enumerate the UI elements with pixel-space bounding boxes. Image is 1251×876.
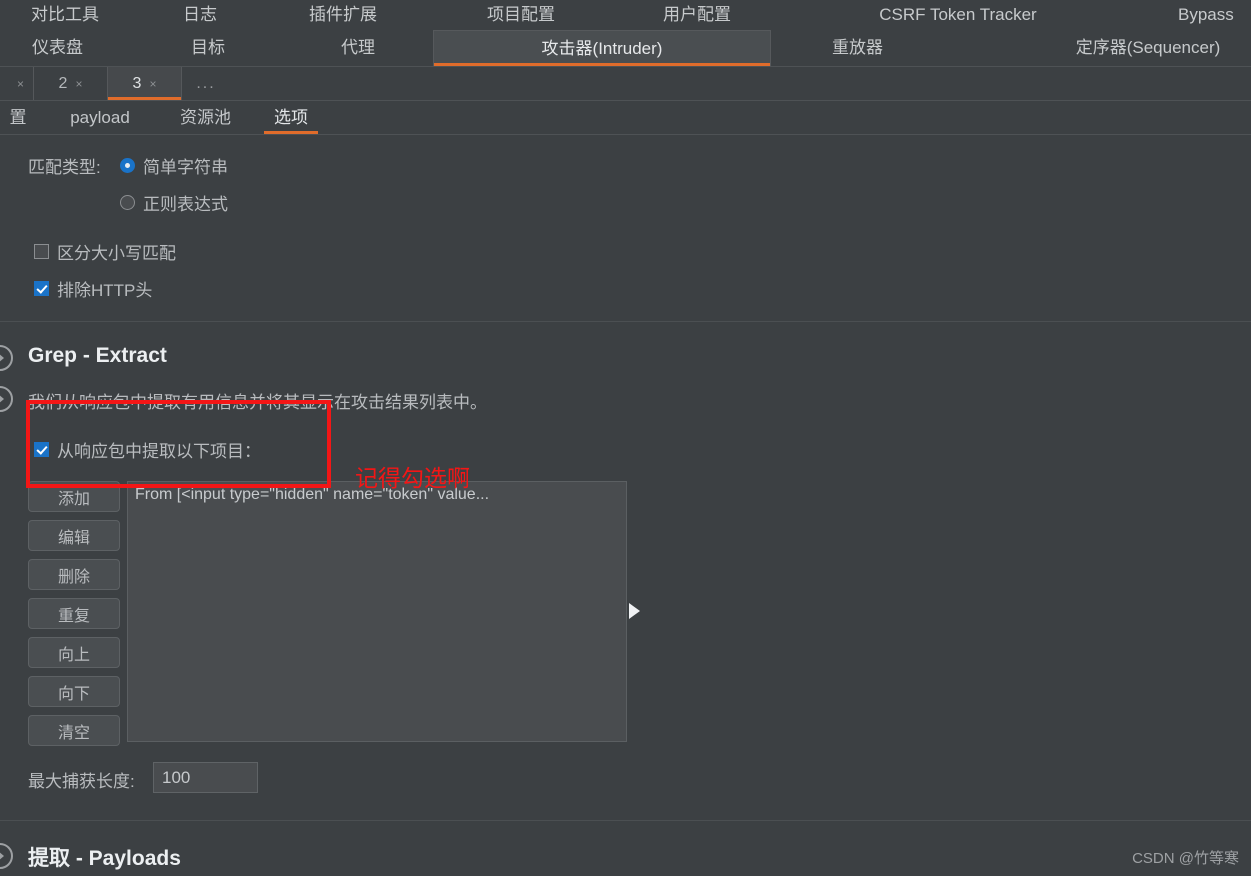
tab-repeater[interactable]: 重放器 bbox=[810, 30, 905, 66]
watermark-text: CSDN @竹等寒 bbox=[1132, 850, 1239, 867]
duplicate-button[interactable]: 重复 bbox=[28, 598, 120, 629]
attack-tab-3-label: 3 bbox=[132, 74, 142, 92]
main-tab-bar: 仪表盘 目标 代理 攻击器(Intruder) 重放器 定序器(Sequence… bbox=[0, 30, 1251, 66]
subtab-resource-pool[interactable]: 资源池 bbox=[163, 101, 248, 134]
subtab-payload[interactable]: payload bbox=[55, 101, 145, 134]
tab-proxy[interactable]: 代理 bbox=[318, 30, 398, 66]
subtab-positions[interactable]: 置 bbox=[0, 101, 36, 134]
attack-tab-1[interactable]: × bbox=[0, 67, 34, 100]
checkbox-exclude-http-headers-label: 排除HTTP头 bbox=[57, 281, 153, 300]
extract-items-list[interactable]: From [<input type="hidden" name="token" … bbox=[127, 481, 627, 742]
top-menu-item-user-config[interactable]: 用户配置 bbox=[642, 0, 752, 30]
extract-action-buttons: 添加 编辑 删除 重复 向上 向下 清空 bbox=[28, 481, 120, 754]
tab-sequencer[interactable]: 定序器(Sequencer) bbox=[1048, 30, 1248, 66]
close-icon[interactable]: × bbox=[149, 77, 156, 91]
radio-regex[interactable]: 正则表达式 bbox=[120, 190, 228, 215]
edit-button[interactable]: 编辑 bbox=[28, 520, 120, 551]
checkbox-extract-following-items[interactable]: 从响应包中提取以下项目： bbox=[34, 437, 261, 462]
move-up-button[interactable]: 向上 bbox=[28, 637, 120, 668]
top-menu-item-project-config[interactable]: 项目配置 bbox=[466, 0, 576, 30]
section-divider bbox=[0, 321, 1251, 322]
match-type-label: 匹配类型: bbox=[28, 158, 101, 177]
top-menu-item-extensions[interactable]: 插件扩展 bbox=[288, 0, 398, 30]
subtab-options[interactable]: 选项 bbox=[258, 101, 324, 134]
checkbox-icon[interactable] bbox=[34, 281, 49, 296]
grep-extract-title: Grep - Extract bbox=[28, 344, 167, 367]
clear-button[interactable]: 清空 bbox=[28, 715, 120, 746]
top-menu-item-bypass[interactable]: Bypass bbox=[1178, 0, 1251, 30]
intruder-subtab-bar: 置 payload 资源池 选项 bbox=[0, 101, 1251, 135]
top-menu-item-logs[interactable]: 日志 bbox=[160, 0, 240, 30]
radio-regex-label: 正则表达式 bbox=[143, 195, 228, 214]
payloads-section-title: 提取 - Payloads bbox=[28, 847, 181, 870]
attack-tab-2[interactable]: 2 × bbox=[34, 67, 108, 100]
attack-tab-strip: × 2 × 3 × ... bbox=[0, 67, 1251, 101]
tab-intruder[interactable]: 攻击器(Intruder) bbox=[433, 30, 771, 66]
radio-simple-string-label: 简单字符串 bbox=[143, 158, 228, 177]
tab-target[interactable]: 目标 bbox=[168, 30, 248, 66]
checkbox-icon[interactable] bbox=[34, 244, 49, 259]
move-down-button[interactable]: 向下 bbox=[28, 676, 120, 707]
attack-tab-3[interactable]: 3 × bbox=[108, 67, 182, 100]
grep-extract-description: 我们从响应包中提取有用信息并将其显示在攻击结果列表中。 bbox=[28, 393, 487, 412]
checkbox-case-sensitive[interactable]: 区分大小写匹配 bbox=[34, 239, 176, 264]
collapse-toggle-icon[interactable] bbox=[0, 345, 13, 371]
add-button[interactable]: 添加 bbox=[28, 481, 120, 512]
annotation-note-text: 记得勾选啊 bbox=[355, 465, 470, 491]
top-menu-bar: 对比工具 日志 插件扩展 项目配置 用户配置 CSRF Token Tracke… bbox=[0, 0, 1251, 30]
tab-dashboard[interactable]: 仪表盘 bbox=[10, 30, 105, 66]
section-divider bbox=[0, 820, 1251, 821]
radio-simple-string[interactable]: 简单字符串 bbox=[120, 153, 228, 178]
close-icon[interactable]: × bbox=[17, 77, 24, 91]
attack-tab-2-label: 2 bbox=[58, 74, 68, 92]
subtab-divider bbox=[0, 134, 1251, 135]
expand-panel-arrow-icon[interactable] bbox=[629, 603, 640, 619]
max-capture-length-label: 最大捕获长度: bbox=[28, 772, 135, 791]
checkbox-case-sensitive-label: 区分大小写匹配 bbox=[57, 244, 176, 263]
delete-button[interactable]: 删除 bbox=[28, 559, 120, 590]
attack-tab-overflow[interactable]: ... bbox=[182, 67, 238, 100]
collapse-toggle-icon[interactable] bbox=[0, 386, 13, 412]
collapse-toggle-icon[interactable] bbox=[0, 843, 13, 869]
checkbox-icon[interactable] bbox=[34, 442, 49, 457]
checkbox-exclude-http-headers[interactable]: 排除HTTP头 bbox=[34, 276, 152, 301]
max-capture-length-input[interactable]: 100 bbox=[153, 762, 258, 793]
top-menu-item-compare[interactable]: 对比工具 bbox=[10, 0, 120, 30]
burp-intruder-options-window: 对比工具 日志 插件扩展 项目配置 用户配置 CSRF Token Tracke… bbox=[0, 0, 1251, 876]
radio-button-icon[interactable] bbox=[120, 195, 135, 210]
attack-tab-overflow-label: ... bbox=[196, 74, 216, 92]
checkbox-extract-following-items-label: 从响应包中提取以下项目： bbox=[57, 442, 261, 461]
top-menu-item-csrf-token-tracker[interactable]: CSRF Token Tracker bbox=[858, 0, 1058, 30]
radio-button-icon[interactable] bbox=[120, 158, 135, 173]
close-icon[interactable]: × bbox=[75, 77, 82, 91]
